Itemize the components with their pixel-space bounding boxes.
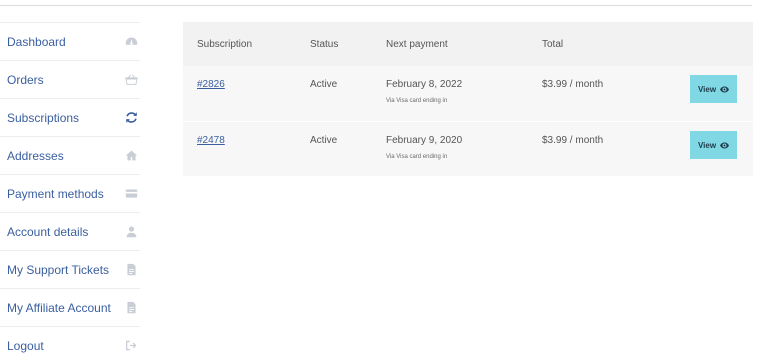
- sidebar-item-label: Payment methods: [7, 186, 104, 201]
- view-button-label: View: [697, 84, 717, 94]
- column-header-status: Status: [310, 39, 339, 50]
- subscriptions-table: Subscription Status Next payment Total #…: [183, 22, 753, 176]
- payment-method-note: Via Visa card ending in: [386, 154, 448, 160]
- account-navigation: Dashboard Orders Subscriptions Addresses…: [0, 22, 140, 361]
- sidebar-item-addresses[interactable]: Addresses: [0, 136, 140, 174]
- subscription-link[interactable]: #2478: [197, 135, 225, 146]
- next-payment-cell: February 8, 2022: [386, 79, 463, 90]
- total-cell: $3.99 / month: [542, 135, 604, 146]
- sidebar-item-label: Addresses: [7, 148, 64, 163]
- sidebar-item-label: My Affiliate Account: [7, 300, 111, 315]
- column-header-subscription: Subscription: [197, 39, 253, 50]
- home-icon: [124, 149, 138, 163]
- sidebar-item-support-tickets[interactable]: My Support Tickets: [0, 250, 140, 288]
- eye-icon: [720, 142, 730, 148]
- sidebar-item-dashboard[interactable]: Dashboard: [0, 22, 140, 60]
- sidebar-item-payment-methods[interactable]: Payment methods: [0, 174, 140, 212]
- basket-icon: [124, 73, 138, 87]
- status-cell: Active: [310, 79, 338, 90]
- sidebar-item-label: Account details: [7, 224, 89, 239]
- table-row: #2826 Active February 8, 2022 Via Visa c…: [183, 66, 753, 121]
- eye-icon: [720, 86, 730, 92]
- sidebar-item-subscriptions[interactable]: Subscriptions: [0, 98, 140, 136]
- dashboard-icon: [124, 35, 138, 49]
- sidebar-item-account-details[interactable]: Account details: [0, 212, 140, 250]
- status-cell: Active: [310, 135, 338, 146]
- table-header: Subscription Status Next payment Total: [183, 22, 753, 66]
- column-header-next-payment: Next payment: [386, 39, 448, 50]
- sidebar-item-label: Logout: [7, 338, 44, 353]
- sidebar-item-label: Dashboard: [7, 34, 66, 49]
- table-row: #2478 Active February 9, 2020 Via Visa c…: [183, 121, 753, 176]
- view-button[interactable]: View: [690, 131, 737, 159]
- document-icon: [124, 301, 138, 315]
- sidebar-item-label: Subscriptions: [7, 110, 80, 125]
- sign-out-icon: [124, 339, 138, 353]
- column-header-total: Total: [542, 39, 564, 50]
- sidebar-item-orders[interactable]: Orders: [0, 60, 140, 98]
- document-icon: [124, 263, 138, 277]
- user-icon: [124, 225, 138, 239]
- sidebar-item-label: Orders: [7, 72, 44, 87]
- view-button[interactable]: View: [690, 75, 737, 103]
- subscription-link[interactable]: #2826: [197, 79, 225, 90]
- next-payment-cell: February 9, 2020: [386, 135, 463, 146]
- credit-card-icon: [124, 187, 138, 201]
- sidebar-item-affiliate-account[interactable]: My Affiliate Account: [0, 288, 140, 326]
- payment-method-note: Via Visa card ending in: [386, 98, 448, 104]
- sidebar-item-label: My Support Tickets: [7, 262, 110, 277]
- total-cell: $3.99 / month: [542, 79, 604, 90]
- top-divider: [0, 5, 752, 6]
- view-button-label: View: [697, 140, 717, 150]
- refresh-icon: [124, 111, 138, 125]
- sidebar-item-logout[interactable]: Logout: [0, 326, 140, 361]
